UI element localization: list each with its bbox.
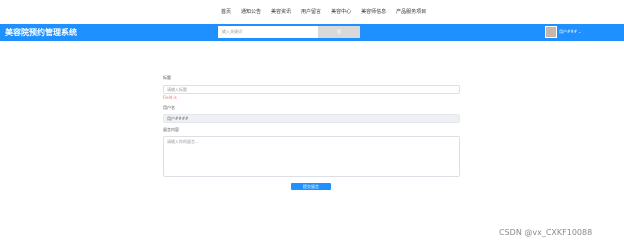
title-error: Field is: [163, 95, 177, 100]
username-field: 用户####: [163, 114, 460, 123]
nav-item-news[interactable]: 美容资讯: [266, 8, 296, 16]
avatar[interactable]: [545, 26, 557, 38]
submit-button[interactable]: 提交留言: [291, 183, 331, 190]
search-button[interactable]: 搜: [318, 26, 360, 38]
chevron-down-icon[interactable]: ⌄: [578, 29, 581, 35]
header-bar: 美容院预约管理系统 输入关键词 搜 用户### ⌄: [0, 24, 624, 41]
title-input[interactable]: 请输入标题: [163, 85, 460, 94]
nav-menu: 首页 通知公告 美容资讯 用户留言 美容中心 美容师信息 产品服务项目: [216, 8, 431, 16]
search-input[interactable]: 输入关键词: [218, 26, 318, 38]
nav-item-notices[interactable]: 通知公告: [236, 8, 266, 16]
top-navigation: 首页 通知公告 美容资讯 用户留言 美容中心 美容师信息 产品服务项目: [0, 0, 624, 24]
user-name[interactable]: 用户###: [559, 29, 577, 35]
username-label: 用户名: [163, 105, 175, 110]
message-textarea[interactable]: 请输入你的留言...: [163, 136, 460, 177]
message-label: 留言内容: [163, 127, 179, 132]
brand-title: 美容院预约管理系统: [5, 28, 77, 37]
nav-item-home[interactable]: 首页: [216, 8, 236, 16]
nav-item-staff[interactable]: 美容师信息: [356, 8, 391, 16]
title-label: 标题: [163, 75, 171, 80]
nav-item-messages[interactable]: 用户留言: [296, 8, 326, 16]
nav-item-products[interactable]: 产品服务项目: [391, 8, 431, 16]
watermark: CSDN @vx_CXKF10088: [499, 228, 593, 237]
nav-item-center[interactable]: 美容中心: [326, 8, 356, 16]
